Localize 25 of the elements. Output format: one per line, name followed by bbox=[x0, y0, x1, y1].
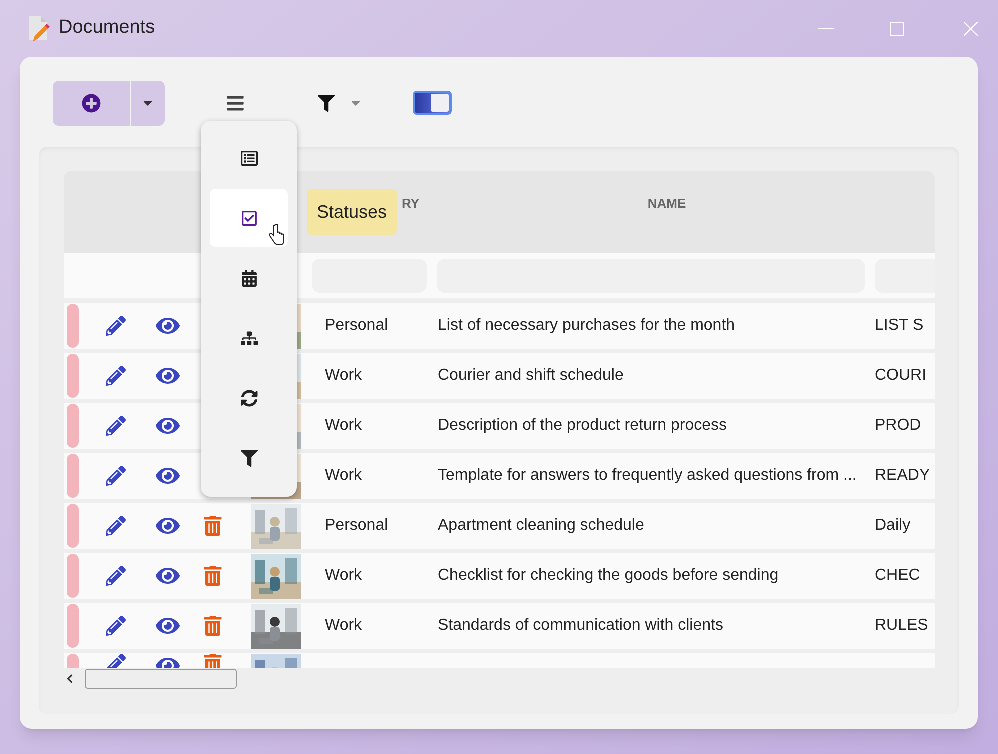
column-header: RY bbox=[402, 196, 420, 211]
name-cell-text: Courier and shift schedule bbox=[438, 366, 625, 386]
table-cell-text: PROD bbox=[875, 416, 922, 436]
table-cell-text: Daily bbox=[875, 516, 911, 536]
table-cell-text: COURI bbox=[875, 366, 927, 386]
name-cell-text: Apartment cleaning schedule bbox=[438, 516, 646, 536]
category-cell-text: Work bbox=[325, 616, 364, 636]
table-cell-text: READY bbox=[875, 466, 930, 486]
name-cell-text: Description of the product return process bbox=[438, 416, 728, 436]
category-cell-text: Work bbox=[325, 366, 364, 386]
category-cell-text: Work bbox=[325, 566, 364, 586]
table-cell-text: LIST S bbox=[875, 316, 924, 336]
name-cell-text: List of necessary purchases for the month bbox=[438, 316, 736, 336]
window-title: Documents bbox=[59, 16, 156, 40]
table-cell-text: CHEC bbox=[875, 566, 920, 586]
name-cell-text: Template for answers to frequently asked questions from ... bbox=[438, 466, 858, 486]
category-cell-text: Personal bbox=[325, 516, 390, 536]
category-cell-text: Personal bbox=[325, 316, 390, 336]
tooltip: Statuses bbox=[307, 189, 398, 235]
table-cell-text: RULES bbox=[875, 616, 928, 636]
name-cell-text: Standards of communication with clients bbox=[438, 616, 724, 636]
category-cell-text: Work bbox=[325, 466, 364, 486]
category-cell-text: Work bbox=[325, 416, 364, 436]
column-header: NAME bbox=[648, 196, 686, 211]
name-cell-text: Checklist for checking the goods before sending bbox=[438, 566, 780, 586]
